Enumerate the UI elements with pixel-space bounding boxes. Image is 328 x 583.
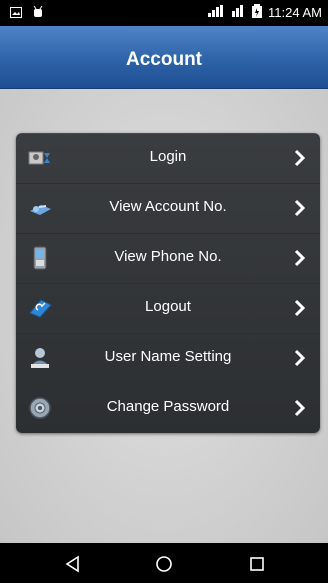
account-menu: Login View Account No. View Phone No. Lo… xyxy=(16,133,320,433)
menu-item-logout[interactable]: Logout xyxy=(16,283,320,334)
signal-icon xyxy=(232,5,246,20)
menu-label-view-phone-no: View Phone No. xyxy=(114,248,222,265)
image-icon xyxy=(10,5,22,23)
phone-icon xyxy=(26,245,54,271)
menu-label-change-password: Change Password xyxy=(106,398,230,415)
signal-icon xyxy=(208,5,226,20)
android-debug-icon xyxy=(32,5,44,23)
status-bar: 11:24 AM xyxy=(0,0,328,26)
logout-icon xyxy=(26,295,54,321)
menu-item-view-account-no[interactable]: View Account No. xyxy=(16,183,320,234)
menu-label-user-name-setting: User Name Setting xyxy=(104,348,232,365)
menu-item-change-password[interactable]: Change Password xyxy=(16,383,320,433)
home-icon[interactable] xyxy=(153,553,175,575)
back-icon[interactable] xyxy=(62,553,84,575)
chevron-right-icon xyxy=(294,198,306,218)
menu-label-login: Login xyxy=(149,148,187,165)
login-icon xyxy=(26,145,54,171)
title-bar: Account xyxy=(0,26,328,89)
menu-label-view-account-no: View Account No. xyxy=(109,198,227,215)
chevron-right-icon xyxy=(294,348,306,368)
password-icon xyxy=(26,395,54,421)
menu-item-user-name-setting[interactable]: User Name Setting xyxy=(16,333,320,384)
account-number-icon xyxy=(26,195,54,221)
page-title: Account xyxy=(126,49,202,70)
status-time: 11:24 AM xyxy=(268,5,322,20)
menu-item-login[interactable]: Login xyxy=(16,133,320,184)
recents-icon[interactable] xyxy=(246,553,268,575)
user-settings-icon xyxy=(26,345,54,371)
menu-label-logout: Logout xyxy=(145,298,191,315)
menu-item-view-phone-no[interactable]: View Phone No. xyxy=(16,233,320,284)
chevron-right-icon xyxy=(294,398,306,418)
battery-icon xyxy=(252,4,263,21)
navigation-bar xyxy=(0,543,328,583)
chevron-right-icon xyxy=(294,248,306,268)
chevron-right-icon xyxy=(294,148,306,168)
chevron-right-icon xyxy=(294,298,306,318)
